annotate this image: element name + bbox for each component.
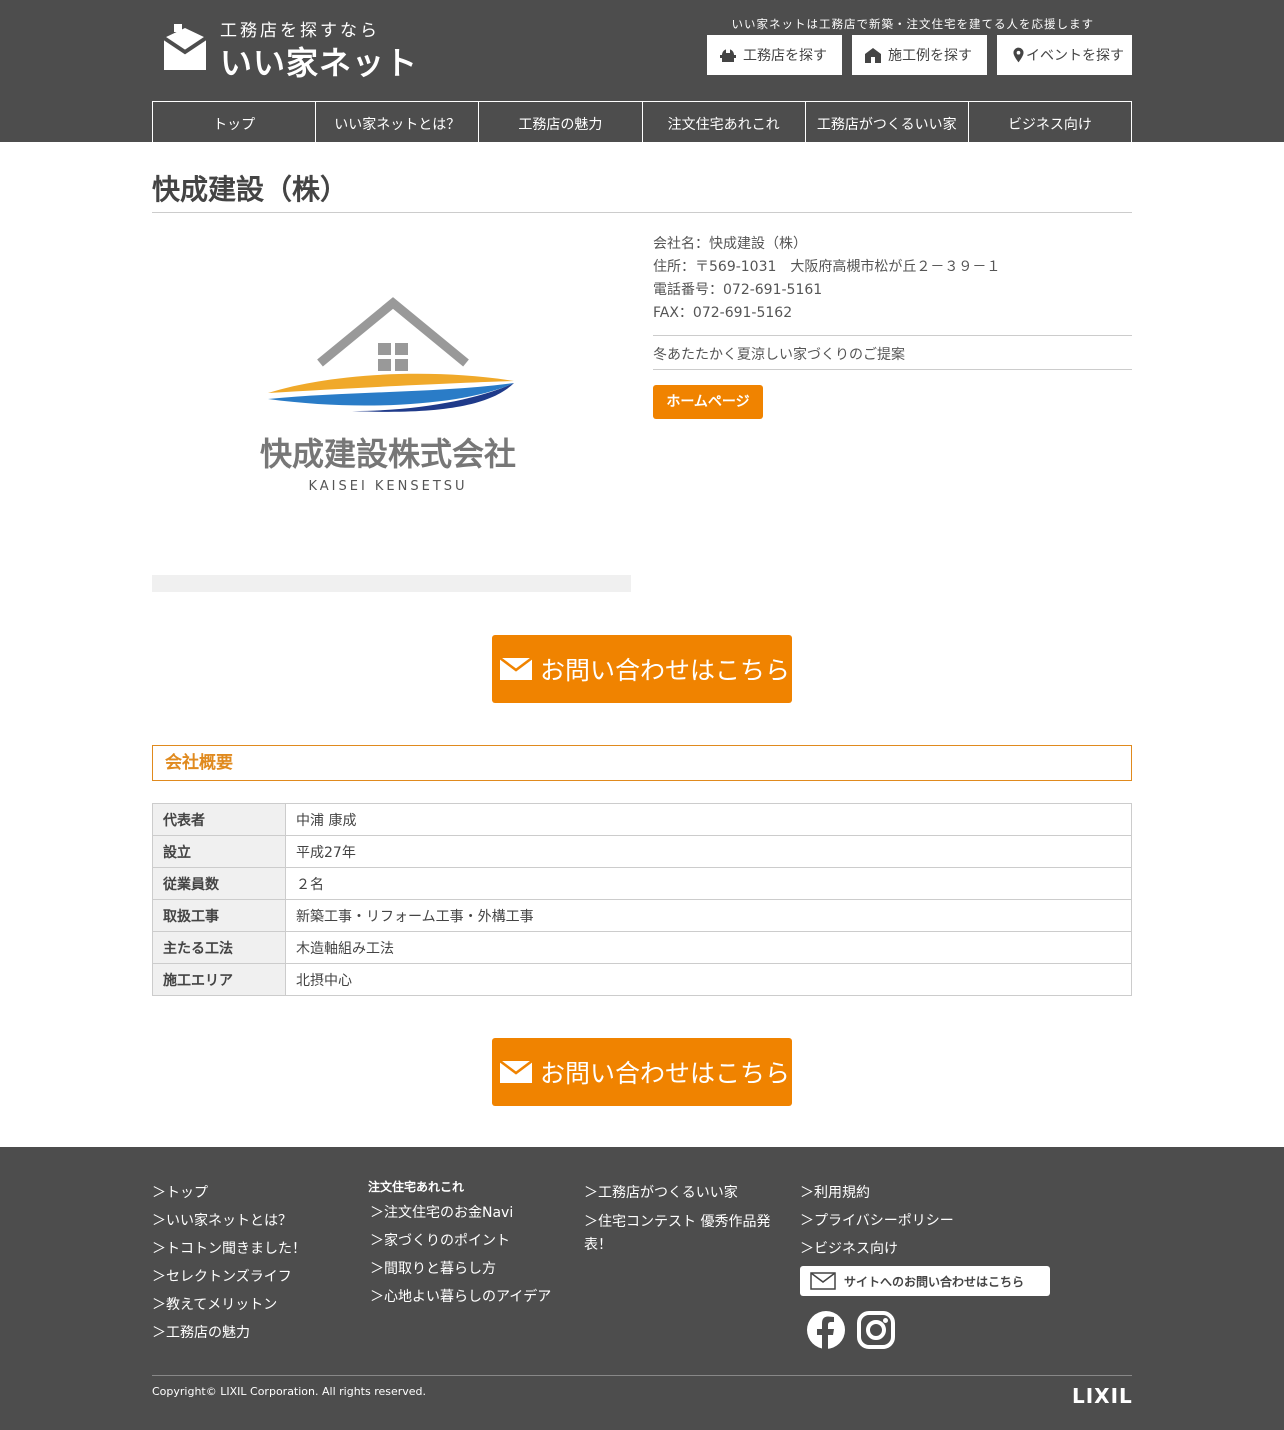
row-value: 平成27年 bbox=[285, 835, 1132, 868]
company-address-line: 住所：〒569-1031 大阪府高槻市松が丘２－３９－１ bbox=[653, 259, 1001, 275]
company-catchphrase: 冬あたたかく夏涼しい家づくりのご提案 bbox=[653, 335, 1132, 370]
nav-top[interactable]: トップ bbox=[153, 102, 317, 142]
company-fax-line: FAX：072-691-5162 bbox=[653, 305, 793, 321]
find-builder-button[interactable]: 工務店を探す bbox=[707, 35, 842, 75]
copyright: Copyright© LIXIL Corporation. All rights… bbox=[152, 1385, 427, 1398]
find-builder-label: 工務店を探す bbox=[743, 48, 827, 64]
main-nav: トップ いい家ネットとは？ 工務店の魅力 注文住宅あれこれ 工務店がつくるいい家… bbox=[152, 101, 1133, 142]
footer-link-ideas[interactable]: ＞心地よい暮らしのアイデア bbox=[368, 1283, 551, 1311]
row-label: 従業員数 bbox=[152, 867, 286, 900]
nav-custom-home[interactable]: 注文住宅あれこれ bbox=[643, 102, 806, 142]
logo-house-icon bbox=[162, 24, 208, 70]
company-logo-image: 快成建設株式会社 KAISEI KENSETSU bbox=[152, 233, 631, 575]
row-label: 施工エリア bbox=[152, 963, 286, 996]
logo-title: いい家ネット bbox=[220, 44, 419, 82]
row-label: 取扱工事 bbox=[152, 899, 286, 932]
main-content: 快成建設（株） 快成建設株式会社 KAISEI KENSETSU 会社名：快成建… bbox=[152, 172, 1132, 1106]
kaisei-logo: 快成建設株式会社 KAISEI KENSETSU bbox=[260, 297, 516, 494]
row-label: 設立 bbox=[152, 835, 286, 868]
site-contact-label: サイトへのお問い合わせはこちら bbox=[844, 1274, 1025, 1289]
homepage-button[interactable]: ホームページ bbox=[653, 385, 763, 419]
overview-table: 代表者 中浦 康成 設立 平成27年 従業員数 ２名 取扱工事 新築工事・リフォーム工事… bbox=[152, 803, 1132, 996]
map-pin-icon bbox=[1013, 47, 1024, 63]
table-row: 主たる工法 木造軸組み工法 bbox=[152, 931, 1132, 964]
footer-link-money[interactable]: ＞注文住宅のお金Navi bbox=[368, 1199, 551, 1227]
table-row: 設立 平成27年 bbox=[152, 835, 1132, 868]
page-title: 快成建設（株） bbox=[152, 172, 1132, 213]
company-name-line: 会社名：快成建設（株） bbox=[653, 236, 807, 252]
footer-col-1: ＞トップ ＞いい家ネットとは？ ＞トコトン聞きました！ ＞セレクトンズライフ ＞… bbox=[152, 1179, 306, 1347]
footer-col-2-heading: 注文住宅あれこれ bbox=[368, 1180, 465, 1194]
site-contact-button[interactable]: サイトへのお問い合わせはこちら bbox=[800, 1266, 1050, 1296]
row-value: 木造軸組み工法 bbox=[285, 931, 1132, 964]
footer-link-good-homes[interactable]: ＞工務店がつくるいい家 bbox=[584, 1179, 770, 1207]
footer-link-meritton[interactable]: ＞教えてメリットン bbox=[152, 1291, 306, 1319]
find-works-button[interactable]: 施工例を探す bbox=[852, 35, 987, 75]
footer-col-3: ＞工務店がつくるいい家 ＞住宅コンテスト 優秀作品発 表！ bbox=[584, 1179, 770, 1257]
mail-icon bbox=[500, 1061, 532, 1083]
footer-link-contest-cont[interactable]: 表！ bbox=[584, 1234, 770, 1257]
site-logo[interactable]: 工務店を探すなら いい家ネット bbox=[162, 16, 422, 82]
footer-link-tokoton[interactable]: ＞トコトン聞きました！ bbox=[152, 1235, 306, 1263]
lixil-logo[interactable]: LIXIL bbox=[1072, 1384, 1133, 1408]
logo-company-romaji: KAISEI KENSETSU bbox=[308, 479, 467, 494]
footer-link-top[interactable]: ＞トップ bbox=[152, 1179, 306, 1207]
company-photo: 快成建設株式会社 KAISEI KENSETSU bbox=[152, 233, 631, 593]
footer-link-business[interactable]: ＞ビジネス向け bbox=[800, 1235, 954, 1263]
find-works-label: 施工例を探す bbox=[888, 48, 972, 64]
nav-about[interactable]: いい家ネットとは？ bbox=[316, 102, 480, 142]
site-tagline: いい家ネットは工務店で新築・注文住宅を建てる人を応援します bbox=[731, 17, 1094, 31]
mail-outline-icon bbox=[810, 1272, 836, 1290]
contact-button-top-label: お問い合わせはこちら bbox=[540, 656, 791, 685]
site-footer: ＞トップ ＞いい家ネットとは？ ＞トコトン聞きました！ ＞セレクトンズライフ ＞… bbox=[0, 1147, 1284, 1430]
contact-button-bottom-label: お問い合わせはこちら bbox=[540, 1059, 791, 1088]
nav-business[interactable]: ビジネス向け bbox=[969, 102, 1133, 142]
company-tel-line: 電話番号：072-691-5161 bbox=[653, 282, 823, 298]
search-buttons: 工務店を探す 施工例を探す イベントを探す bbox=[707, 35, 1132, 75]
footer-link-points[interactable]: ＞家づくりのポイント bbox=[368, 1227, 551, 1255]
table-row: 従業員数 ２名 bbox=[152, 867, 1132, 900]
row-label: 代表者 bbox=[152, 803, 286, 836]
site-header: 工務店を探すなら いい家ネット いい家ネットは工務店で新築・注文住宅を建てる人を… bbox=[0, 0, 1284, 142]
row-label: 主たる工法 bbox=[152, 931, 286, 964]
footer-link-contest[interactable]: ＞住宅コンテスト 優秀作品発 bbox=[584, 1211, 770, 1234]
nav-good-homes[interactable]: 工務店がつくるいい家 bbox=[806, 102, 969, 142]
footer-col-4: ＞利用規約 ＞プライバシーポリシー ＞ビジネス向け bbox=[800, 1179, 954, 1263]
footer-link-layout[interactable]: ＞間取りと暮らし方 bbox=[368, 1255, 551, 1283]
company-info: 快成建設株式会社 KAISEI KENSETSU 会社名：快成建設（株） 住所：… bbox=[152, 233, 1132, 593]
company-details: 会社名：快成建設（株） 住所：〒569-1031 大阪府高槻市松が丘２－３９－１… bbox=[653, 233, 1132, 593]
photo-caption-bar bbox=[152, 575, 631, 592]
contact-button-top[interactable]: お問い合わせはこちら bbox=[492, 635, 792, 703]
contact-button-bottom[interactable]: お問い合わせはこちら bbox=[492, 1038, 792, 1106]
footer-link-about[interactable]: ＞いい家ネットとは？ bbox=[152, 1207, 306, 1235]
builder-icon bbox=[720, 49, 736, 62]
nav-builder-appeal[interactable]: 工務店の魅力 bbox=[479, 102, 643, 142]
table-row: 代表者 中浦 康成 bbox=[152, 803, 1132, 836]
row-value: 中浦 康成 bbox=[285, 803, 1132, 836]
social-links bbox=[806, 1310, 896, 1350]
mail-icon bbox=[500, 658, 532, 680]
instagram-icon[interactable] bbox=[856, 1310, 896, 1350]
house-icon bbox=[865, 48, 881, 63]
logo-company-name: 快成建設株式会社 bbox=[260, 435, 516, 473]
row-value: 新築工事・リフォーム工事・外構工事 bbox=[285, 899, 1132, 932]
footer-link-terms[interactable]: ＞利用規約 bbox=[800, 1179, 954, 1207]
facebook-icon[interactable] bbox=[806, 1310, 846, 1350]
find-events-label: イベントを探す bbox=[1026, 48, 1124, 64]
overview-title: 会社概要 bbox=[152, 745, 1132, 781]
footer-divider bbox=[152, 1375, 1132, 1376]
row-value: ２名 bbox=[285, 867, 1132, 900]
footer-link-privacy[interactable]: ＞プライバシーポリシー bbox=[800, 1207, 954, 1235]
find-events-button[interactable]: イベントを探す bbox=[997, 35, 1132, 75]
table-row: 取扱工事 新築工事・リフォーム工事・外構工事 bbox=[152, 899, 1132, 932]
footer-link-appeal[interactable]: ＞工務店の魅力 bbox=[152, 1319, 306, 1347]
row-value: 北摂中心 bbox=[285, 963, 1132, 996]
table-row: 施工エリア 北摂中心 bbox=[152, 963, 1132, 996]
footer-col-2: 注文住宅あれこれ ＞注文住宅のお金Navi ＞家づくりのポイント ＞間取りと暮ら… bbox=[368, 1179, 551, 1311]
footer-link-selectons[interactable]: ＞セレクトンズライフ bbox=[152, 1263, 306, 1291]
